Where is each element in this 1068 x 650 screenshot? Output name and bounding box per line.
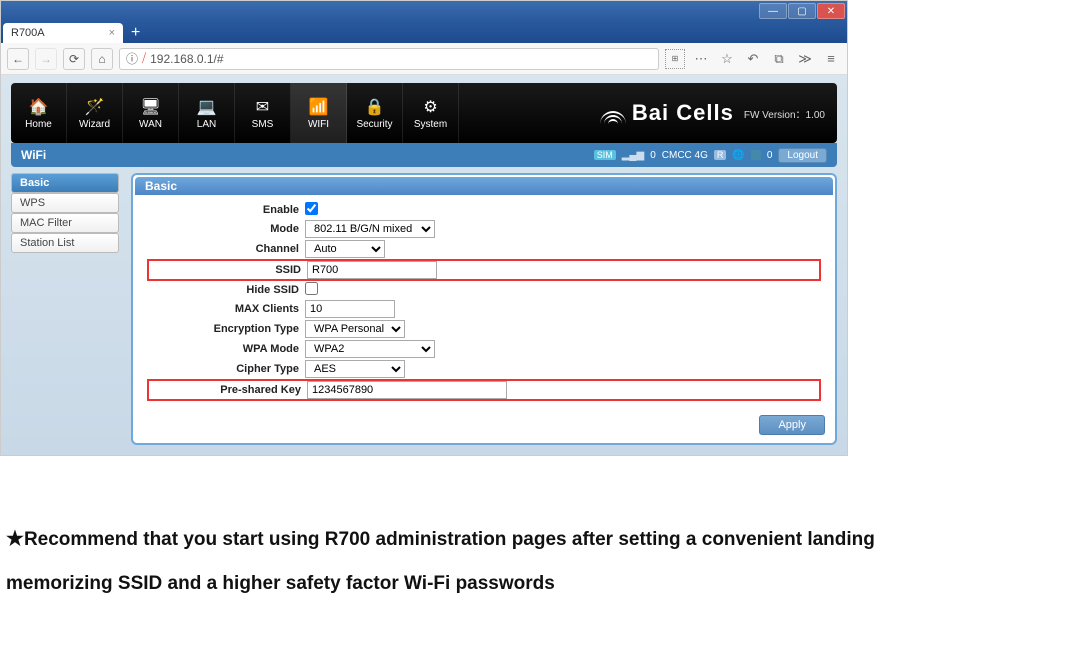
nav-label: System xyxy=(414,119,447,130)
carrier-text: CMCC 4G xyxy=(662,150,708,161)
wpa-mode-select[interactable]: WPA2 xyxy=(305,340,435,358)
brand-logo: Bai Cells xyxy=(598,100,734,126)
more-icon[interactable]: ⋯ xyxy=(691,49,711,69)
brand-wifi-icon xyxy=(598,102,628,124)
footnote: ★Recommend that you start using R700 adm… xyxy=(6,516,1062,606)
lan-icon: 💻 xyxy=(195,97,219,117)
label-psk: Pre-shared Key xyxy=(149,384,307,396)
tab-close-icon[interactable]: × xyxy=(109,27,115,39)
wan-icon: 🖥 xyxy=(139,97,163,117)
reload-button[interactable]: ⟳ xyxy=(63,48,85,70)
nav-wizard[interactable]: 🪄 Wizard xyxy=(67,83,123,143)
ssid-input[interactable] xyxy=(307,261,437,279)
nav-label: Home xyxy=(25,119,52,130)
section-header: WiFi SIM ▂▄▆ 0 CMCC 4G R 🌐 0 Logout xyxy=(11,143,837,167)
sidebar-item-wps[interactable]: WPS xyxy=(11,193,119,213)
nav-wifi[interactable]: 📶 WIFI xyxy=(291,83,347,143)
home-icon: 🏠 xyxy=(27,97,51,117)
overflow-icon[interactable]: ≫ xyxy=(795,49,815,69)
label-wpa-mode: WPA Mode xyxy=(147,343,305,355)
tab-title: R700A xyxy=(11,27,45,39)
nav-label: SMS xyxy=(252,119,274,130)
label-cipher: Cipher Type xyxy=(147,363,305,375)
browser-tab-strip: R700A × + xyxy=(1,21,847,43)
wizard-icon: 🪄 xyxy=(83,97,107,117)
max-clients-input[interactable] xyxy=(305,300,395,318)
window-minimize-button[interactable]: — xyxy=(759,3,787,19)
window-close-button[interactable]: ✕ xyxy=(817,3,845,19)
app-header: 🏠 Home 🪄 Wizard 🖥 WAN 💻 LAN ✉ SMS xyxy=(11,83,837,143)
sim-value: 0 xyxy=(650,150,656,161)
bookmark-icon[interactable]: ☆ xyxy=(717,49,737,69)
nav-lan[interactable]: 💻 LAN xyxy=(179,83,235,143)
library-icon[interactable]: ⧉ xyxy=(769,49,789,69)
settings-panel: Basic Enable Mode 802.11 B/G/N mixed Cha… xyxy=(131,173,837,445)
url-text: 192.168.0.1/# xyxy=(150,52,223,66)
forward-button[interactable]: → xyxy=(35,48,57,70)
back-button[interactable]: ← xyxy=(7,48,29,70)
brand-text: Bai Cells xyxy=(632,100,734,126)
apply-button[interactable]: Apply xyxy=(759,415,825,435)
mode-select[interactable]: 802.11 B/G/N mixed xyxy=(305,220,435,238)
undo-icon[interactable]: ↶ xyxy=(743,49,763,69)
roaming-badge: R xyxy=(714,150,727,160)
sidebar: Basic WPS MAC Filter Station List xyxy=(11,173,119,445)
reader-icon[interactable]: ⊞ xyxy=(665,49,685,69)
nav-label: Wizard xyxy=(79,119,110,130)
nav-home[interactable]: 🏠 Home xyxy=(11,83,67,143)
info-icon: ⓘ xyxy=(126,50,138,67)
label-max-clients: MAX Clients xyxy=(147,303,305,315)
home-button[interactable]: ⌂ xyxy=(91,48,113,70)
signal-icon: ▂▄▆ xyxy=(622,150,644,161)
window-titlebar: — ▢ ✕ xyxy=(1,1,847,21)
sidebar-item-station-list[interactable]: Station List xyxy=(11,233,119,253)
nav-label: WAN xyxy=(139,119,162,130)
wifi-icon: 📶 xyxy=(307,97,331,117)
psk-row-highlight: Pre-shared Key xyxy=(147,379,821,401)
nav-security[interactable]: 🔒 Security xyxy=(347,83,403,143)
security-icon: 🔒 xyxy=(363,97,387,117)
nav-wan[interactable]: 🖥 WAN xyxy=(123,83,179,143)
firmware-version: FW Version：1.00 xyxy=(744,106,825,121)
hide-ssid-checkbox[interactable] xyxy=(305,282,318,295)
label-enc-type: Encryption Type xyxy=(147,323,305,335)
enable-checkbox[interactable] xyxy=(305,202,318,215)
section-title: WiFi xyxy=(21,148,46,162)
sidebar-item-basic[interactable]: Basic xyxy=(11,173,119,193)
psk-input[interactable] xyxy=(307,381,507,399)
globe-icon: 🌐 xyxy=(732,150,744,161)
menu-icon[interactable]: ≡ xyxy=(821,49,841,69)
panel-title: Basic xyxy=(135,177,833,195)
label-ssid: SSID xyxy=(149,264,307,276)
window-maximize-button[interactable]: ▢ xyxy=(788,3,816,19)
nav-label: Security xyxy=(356,119,392,130)
ssid-row-highlight: SSID xyxy=(147,259,821,281)
status-square-icon xyxy=(751,150,761,160)
label-mode: Mode xyxy=(147,223,305,235)
label-channel: Channel xyxy=(147,243,305,255)
nav-label: LAN xyxy=(197,119,216,130)
star-icon: ★ xyxy=(6,528,24,550)
url-bar[interactable]: ⓘ ⧸ 192.168.0.1/# xyxy=(119,48,659,70)
globe-value: 0 xyxy=(767,150,773,161)
footnote-line2: memorizing SSID and a higher safety fact… xyxy=(6,573,555,594)
insecure-icon: ⧸ xyxy=(142,51,146,66)
nav-sms[interactable]: ✉ SMS xyxy=(235,83,291,143)
sms-icon: ✉ xyxy=(251,97,275,117)
label-hide-ssid: Hide SSID xyxy=(147,284,305,296)
browser-toolbar: ← → ⟳ ⌂ ⓘ ⧸ 192.168.0.1/# ⊞ ⋯ ☆ ↶ ⧉ ≫ ≡ xyxy=(1,43,847,75)
sim-badge: SIM xyxy=(594,150,616,160)
nav-system[interactable]: ⚙ System xyxy=(403,83,459,143)
footnote-line1: Recommend that you start using R700 admi… xyxy=(24,529,875,550)
sidebar-item-mac-filter[interactable]: MAC Filter xyxy=(11,213,119,233)
nav-label: WIFI xyxy=(308,119,329,130)
label-enable: Enable xyxy=(147,204,305,216)
system-icon: ⚙ xyxy=(419,97,443,117)
cipher-select[interactable]: AES xyxy=(305,360,405,378)
browser-tab-active[interactable]: R700A × xyxy=(3,23,123,43)
channel-select[interactable]: Auto xyxy=(305,240,385,258)
logout-button[interactable]: Logout xyxy=(778,148,827,163)
new-tab-button[interactable]: + xyxy=(123,23,148,43)
encryption-select[interactable]: WPA Personal xyxy=(305,320,405,338)
